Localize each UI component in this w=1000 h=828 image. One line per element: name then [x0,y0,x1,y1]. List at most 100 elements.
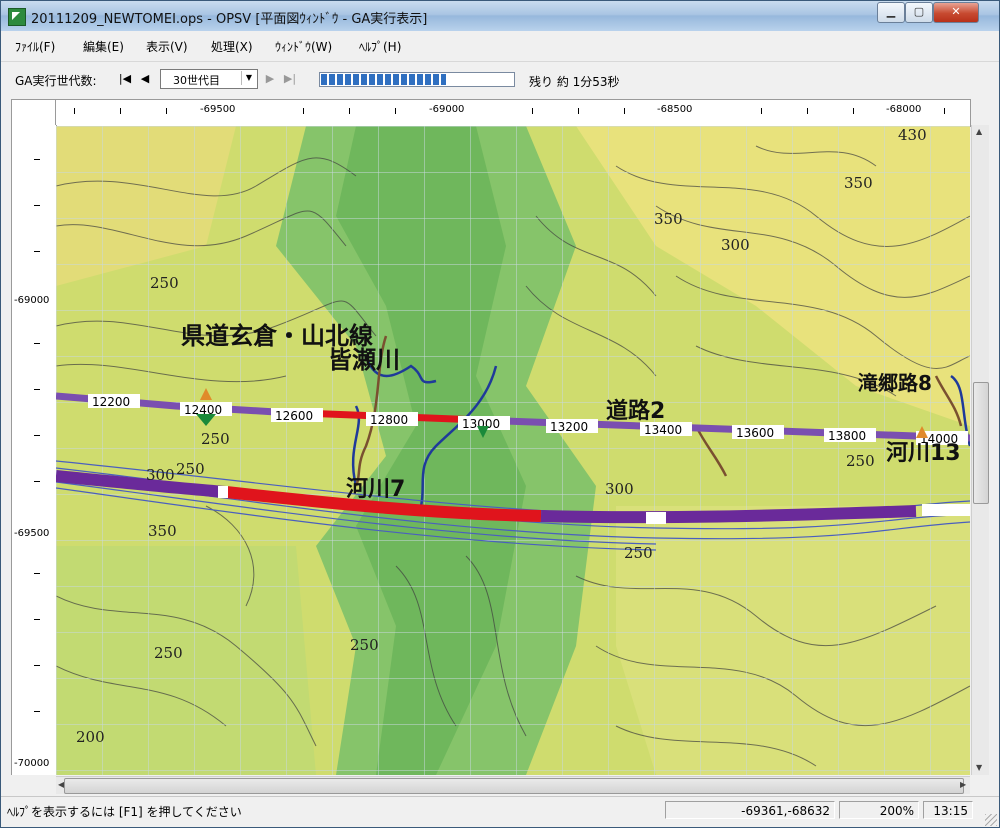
highway-gap-marker [218,486,228,498]
contour-label: 250 [201,430,230,448]
minimize-button[interactable]: ▁ [877,2,905,23]
ruler-tick [74,108,75,114]
highway-gap-marker [922,504,970,516]
station-label: 13600 [736,426,774,440]
contour-label: 350 [654,210,683,228]
contour-label: 250 [350,636,379,654]
station-label: 12800 [370,413,408,427]
contour-label: 250 [846,452,875,470]
plan-map-view[interactable]: 12200 12400 12600 12800 13000 13200 1340… [56,126,970,775]
vertical-scroll-thumb[interactable] [973,382,989,504]
contour-label: 300 [605,480,634,498]
station-label: 13400 [644,423,682,437]
ruler-tick [34,251,40,252]
contour-label: 250 [176,460,205,478]
map-canvas[interactable]: 12200 12400 12600 12800 13000 13200 1340… [56,126,970,775]
ruler-tick [166,108,167,114]
ruler-label: -69000 [429,104,465,115]
next-generation-button[interactable]: ▶ [263,71,277,87]
prev-generation-button[interactable]: ◀ [138,71,152,87]
ruler-tick [34,481,40,482]
remaining-time: 残り 約 1分53秒 [529,75,620,89]
ruler-tick [624,108,625,114]
ruler-label: -68500 [657,104,693,115]
river13-label: 河川13 [886,441,961,466]
window-title: 20111209_NEWTOMEI.ops - OPSV [平面図ｳｨﾝﾄﾞｳ … [31,12,428,27]
ruler-tick [349,108,350,114]
resize-grip-icon[interactable] [985,814,997,826]
app-icon[interactable] [8,8,26,26]
maximize-button[interactable]: ▢ [905,2,933,23]
ruler-tick [34,389,40,390]
ruler-tick [34,665,40,666]
ruler-tick [395,108,396,114]
station-label: 12600 [275,409,313,423]
menu-edit[interactable]: 編集(E) [83,38,124,55]
ruler-tick [34,435,40,436]
ruler-label: -70000 [14,758,50,769]
ruler-label: -69500 [200,104,236,115]
vertical-scrollbar[interactable]: ▲ ▼ [971,125,989,775]
status-help-text: ﾍﾙﾌﾟを表示するには [F1] を押してください [7,805,242,819]
road2-label: 道路2 [606,398,665,424]
station-label: 13200 [550,420,588,434]
status-zoom: 200% [839,801,919,819]
ga-progress-bar [319,72,515,87]
misc-label: 滝郷路8 [858,371,932,395]
river-minase-label: 皆瀬川 [328,346,400,374]
contour-label: 300 [721,236,750,254]
ruler-tick [34,159,40,160]
close-button[interactable]: ✕ [933,2,979,23]
status-coordinates: -69361,-68632 [665,801,835,819]
last-generation-button[interactable]: ▶| [283,71,297,87]
menu-bar: ﾌｧｲﾙ(F) 編集(E) 表示(V) 処理(X) ｳｨﾝﾄﾞｳ(W) ﾍﾙﾌﾟ… [1,34,999,58]
ga-toolbar: GA実行世代数: |◀ ◀ 30世代目 ▼ ▶ ▶| 残り 約 1分53秒 [1,61,999,96]
ruler-tick [944,108,945,114]
ruler-tick [34,573,40,574]
status-time: 13:15 [923,801,973,819]
ruler-corner [11,99,57,127]
first-generation-button[interactable]: |◀ [118,71,132,87]
highway-gap-marker [646,512,666,524]
ruler-tick [34,343,40,344]
ruler-tick [578,108,579,114]
ruler-tick [532,108,533,114]
top-ruler: -69500 -69000 -68500 -68000 [55,99,971,127]
scroll-up-icon[interactable]: ▲ [976,127,982,136]
contour-label: 200 [76,728,105,746]
contour-label: 250 [624,544,653,562]
generation-select[interactable]: 30世代目 ▼ [160,69,258,89]
menu-help[interactable]: ﾍﾙﾌﾟ(H) [359,38,401,55]
ruler-label: -69000 [14,295,50,306]
ruler-tick [34,711,40,712]
contour-label: 350 [148,522,177,540]
contour-label: 250 [150,274,179,292]
horizontal-scrollbar[interactable]: ◀ ▶ [56,776,970,794]
highway-segment-purple [540,505,917,524]
ruler-label: -68000 [886,104,922,115]
left-ruler: -69000 -69500 -70000 [11,125,57,775]
ruler-tick [34,205,40,206]
status-bar: ﾍﾙﾌﾟを表示するには [F1] を押してください -69361,-68632 … [1,796,999,828]
menu-process[interactable]: 処理(X) [211,38,253,55]
scroll-down-icon[interactable]: ▼ [976,763,982,772]
ruler-tick [761,108,762,114]
ruler-label: -69500 [14,528,50,539]
contour-label: 250 [154,644,183,662]
title-bar[interactable]: 20111209_NEWTOMEI.ops - OPSV [平面図ｳｨﾝﾄﾞｳ … [1,1,999,31]
ruler-tick [303,108,304,114]
chevron-down-icon[interactable]: ▼ [241,71,256,85]
ga-progress-fill [321,74,446,85]
river7-label: 河川7 [346,477,405,502]
menu-window[interactable]: ｳｨﾝﾄﾞｳ(W) [275,38,332,55]
main-window: 20111209_NEWTOMEI.ops - OPSV [平面図ｳｨﾝﾄﾞｳ … [0,0,1000,828]
contour-label: 350 [844,174,873,192]
contour-label: 300 [146,466,175,484]
scroll-right-icon[interactable]: ▶ [960,780,966,789]
ruler-tick [120,108,121,114]
menu-view[interactable]: 表示(V) [146,38,188,55]
map-grid [56,126,970,775]
horizontal-scroll-thumb[interactable] [64,778,964,794]
station-label: 12200 [92,395,130,409]
menu-file[interactable]: ﾌｧｲﾙ(F) [15,38,55,55]
